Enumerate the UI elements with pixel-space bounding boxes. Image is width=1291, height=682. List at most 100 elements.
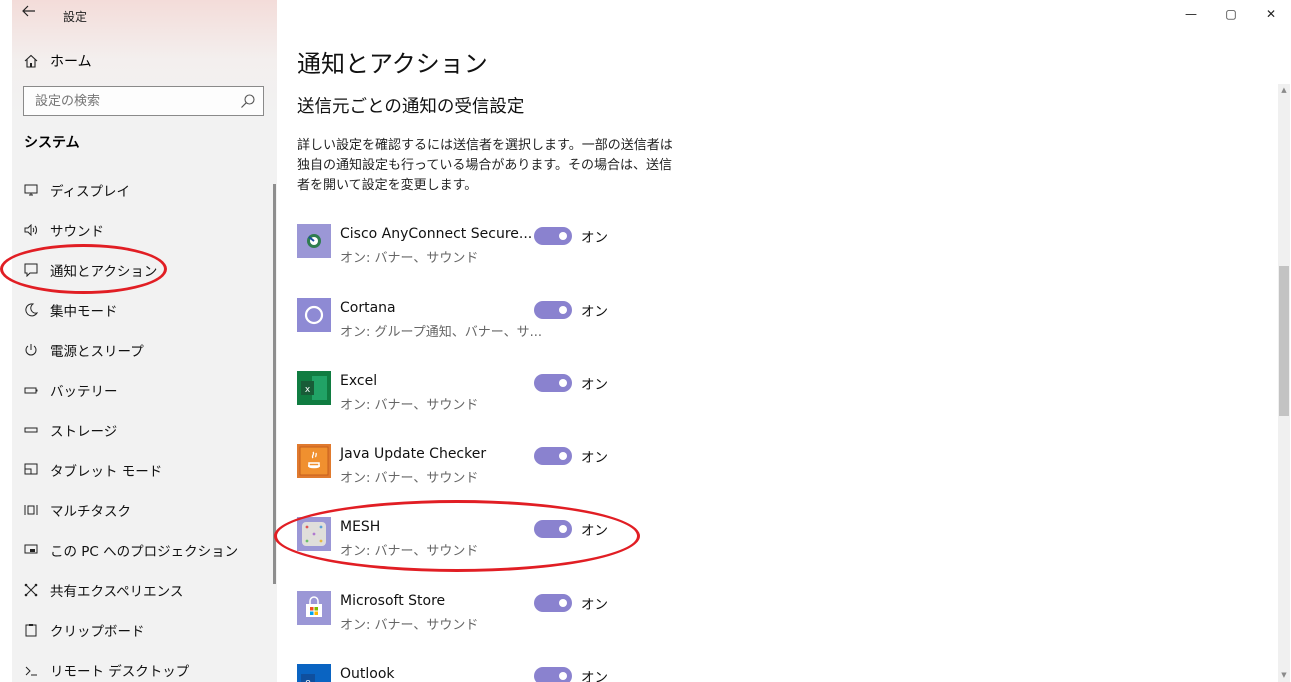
sidebar-item-storage[interactable]: ストレージ	[12, 410, 270, 450]
home-label: ホーム	[50, 54, 92, 70]
shared-experiences-icon	[23, 582, 39, 598]
main-scrollbar-thumb[interactable]	[1279, 266, 1289, 416]
sidebar-item-label: 電源とスリープ	[50, 344, 144, 360]
section-title: システム	[24, 135, 80, 151]
svg-text:x: x	[305, 385, 311, 395]
sidebar-nav: ディスプレイ サウンド 通知とアクション 集中モード 電源とスリープ バッテリー…	[12, 170, 270, 682]
notification-toggle[interactable]	[534, 227, 572, 245]
toggle-label: オン	[581, 597, 608, 613]
home-icon	[24, 54, 38, 68]
notification-toggle[interactable]	[534, 301, 572, 319]
sidebar-item-label: マルチタスク	[50, 504, 131, 520]
window-controls: — ▢ ✕	[1171, 0, 1291, 30]
maximize-button[interactable]: ▢	[1211, 0, 1251, 28]
sidebar-item-label: バッテリー	[50, 384, 118, 400]
sidebar-item-multitasking[interactable]: マルチタスク	[12, 490, 270, 530]
notification-icon	[23, 262, 39, 278]
app-name: Microsoft Store	[340, 593, 446, 609]
app-name: Cortana	[340, 300, 396, 316]
sidebar-item-focus-assist[interactable]: 集中モード	[12, 290, 270, 330]
sidebar-item-display[interactable]: ディスプレイ	[12, 170, 270, 210]
projecting-icon	[23, 542, 39, 558]
app-name: Java Update Checker	[340, 446, 487, 462]
toggle-knob	[559, 232, 567, 240]
notification-toggle[interactable]	[534, 667, 572, 682]
app-name: Outlook	[340, 666, 395, 682]
storage-icon	[23, 422, 39, 438]
remote-desktop-icon	[23, 662, 39, 678]
clipboard-icon	[23, 622, 39, 638]
app-status: オン: バナー、サウンド	[340, 251, 479, 266]
app-row-excel[interactable]: x Excel オン: バナー、サウンド オン	[297, 366, 697, 422]
toggle-knob	[559, 306, 567, 314]
sidebar-item-remote-desktop[interactable]: リモート デスクトップ	[12, 650, 270, 682]
toggle-label: オン	[581, 450, 608, 466]
scroll-down-arrow-icon[interactable]: ▼	[1278, 671, 1290, 681]
search-icon[interactable]	[240, 93, 256, 109]
toggle-label: オン	[581, 304, 608, 320]
sidebar-item-label: 通知とアクション	[50, 264, 158, 280]
sidebar-item-label: この PC へのプロジェクション	[50, 544, 239, 560]
toggle-label: オン	[581, 523, 608, 539]
toggle-label: オン	[581, 670, 608, 682]
scroll-up-arrow-icon[interactable]: ▲	[1278, 86, 1290, 96]
home-nav-item[interactable]: ホーム	[24, 50, 92, 72]
notification-toggle[interactable]	[534, 374, 572, 392]
outlook-icon: o	[297, 664, 331, 682]
sidebar-item-power-sleep[interactable]: 電源とスリープ	[12, 330, 270, 370]
sidebar-item-shared-experiences[interactable]: 共有エクスペリエンス	[12, 570, 270, 610]
notification-toggle[interactable]	[534, 594, 572, 612]
toggle-knob	[559, 599, 567, 607]
sidebar-item-label: ディスプレイ	[50, 184, 131, 200]
app-row-cisco[interactable]: Cisco AnyConnect Secure... オン: バナー、サウンド …	[297, 219, 697, 275]
page-title: 通知とアクション	[297, 50, 488, 78]
description-text: 詳しい設定を確認するには送信者を選択します。一部の送信者は独自の通知設定も行って…	[297, 138, 673, 193]
section-subheading: 送信元ごとの通知の受信設定	[297, 97, 525, 117]
sidebar-item-battery[interactable]: バッテリー	[12, 370, 270, 410]
multitasking-icon	[23, 502, 39, 518]
sidebar: 設定 ホーム システム ディスプレイ サウンド 通知とアクション 集中モード 電…	[12, 0, 277, 682]
app-row-outlook[interactable]: o Outlook オン	[297, 659, 697, 682]
sidebar-item-label: ストレージ	[50, 424, 118, 440]
sidebar-scrollbar[interactable]	[273, 184, 276, 584]
sidebar-item-sound[interactable]: サウンド	[12, 210, 270, 250]
toggle-label: オン	[581, 230, 608, 246]
notification-toggle[interactable]	[534, 447, 572, 465]
cisco-anyconnect-icon	[297, 224, 331, 258]
app-name: Cisco AnyConnect Secure...	[340, 226, 533, 242]
sidebar-item-label: サウンド	[50, 224, 104, 240]
notification-toggle[interactable]	[534, 520, 572, 538]
svg-text:o: o	[305, 678, 311, 682]
app-status: オン: グループ通知、バナー、サ...	[340, 325, 542, 340]
app-row-java[interactable]: Java Update Checker オン: バナー、サウンド オン	[297, 439, 697, 495]
toggle-label: オン	[581, 377, 608, 393]
app-title: 設定	[63, 10, 88, 24]
app-row-mesh[interactable]: MESH オン: バナー、サウンド オン	[297, 512, 697, 568]
java-icon	[297, 444, 331, 478]
back-button[interactable]	[22, 5, 36, 21]
app-name: Excel	[340, 373, 378, 389]
toggle-knob	[559, 379, 567, 387]
main-content: — ▢ ✕ 通知とアクション 送信元ごとの通知の受信設定 詳しい設定を確認するに…	[277, 0, 1291, 682]
mesh-icon	[297, 517, 331, 551]
sidebar-item-notifications[interactable]: 通知とアクション	[12, 250, 270, 290]
close-button[interactable]: ✕	[1251, 0, 1291, 28]
app-status: オン: バナー、サウンド	[340, 471, 479, 486]
excel-icon: x	[297, 371, 331, 405]
sound-icon	[23, 222, 39, 238]
search-input[interactable]	[24, 87, 224, 115]
search-box[interactable]	[23, 86, 264, 116]
app-row-cortana[interactable]: Cortana オン: グループ通知、バナー、サ... オン	[297, 293, 697, 349]
sidebar-item-label: タブレット モード	[50, 464, 163, 480]
app-name: MESH	[340, 519, 381, 535]
title-bar: 設定	[12, 0, 277, 32]
sidebar-item-projecting[interactable]: この PC へのプロジェクション	[12, 530, 270, 570]
sidebar-item-label: 集中モード	[50, 304, 118, 320]
sidebar-item-tablet-mode[interactable]: タブレット モード	[12, 450, 270, 490]
microsoft-store-icon	[297, 591, 331, 625]
toggle-knob	[559, 672, 567, 680]
focus-assist-icon	[23, 302, 39, 318]
minimize-button[interactable]: —	[1171, 0, 1211, 28]
app-row-microsoft-store[interactable]: Microsoft Store オン: バナー、サウンド オン	[297, 586, 697, 642]
sidebar-item-clipboard[interactable]: クリップボード	[12, 610, 270, 650]
